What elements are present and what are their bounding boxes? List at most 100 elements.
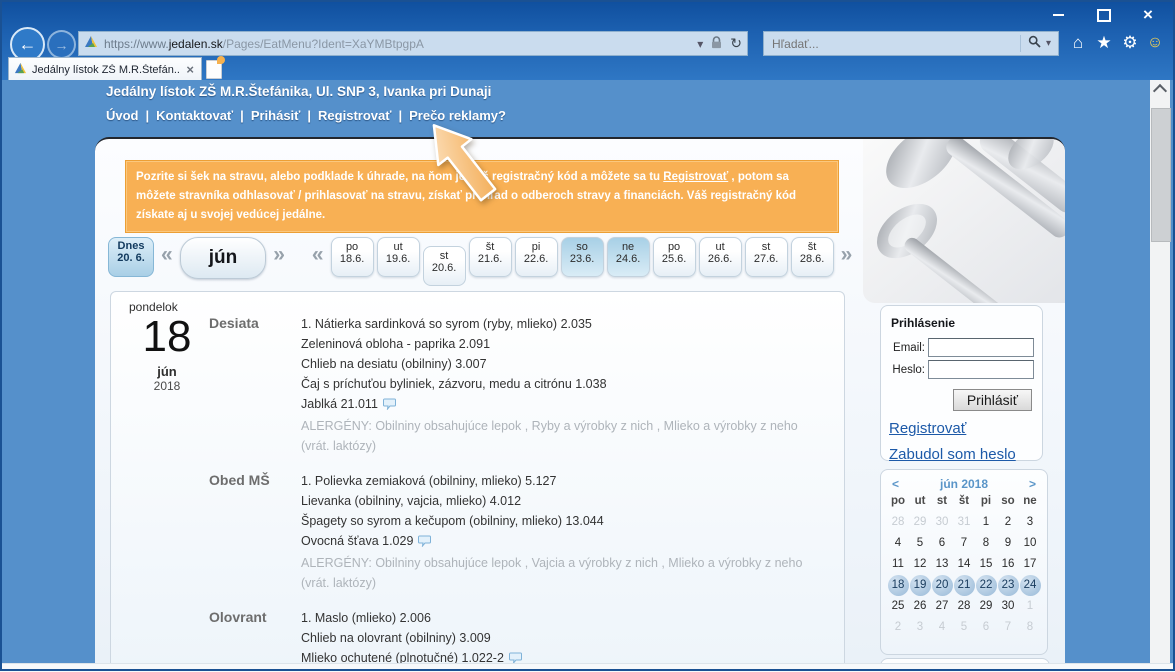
- home-icon[interactable]: ⌂: [1067, 32, 1089, 54]
- comment-bubble-icon[interactable]: [383, 396, 396, 416]
- refresh-icon[interactable]: ↻: [730, 35, 742, 52]
- menu-item: Chlieb na olovrant (obilniny) 3.009: [301, 628, 806, 648]
- calendar-day[interactable]: 30: [998, 596, 1019, 617]
- calendar-day[interactable]: 22: [976, 575, 997, 596]
- calendar-prev-icon[interactable]: <: [892, 477, 899, 491]
- forgot-password-link[interactable]: Zabudol som heslo: [889, 446, 1034, 463]
- calendar-day[interactable]: 6: [932, 533, 953, 554]
- scrollbar-thumb[interactable]: [1151, 108, 1171, 242]
- calendar-day[interactable]: 29: [976, 596, 997, 617]
- calendar-day[interactable]: 20: [932, 575, 953, 596]
- nav-separator: |: [233, 108, 251, 123]
- day-name: po: [332, 241, 373, 253]
- prev-month-icon[interactable]: «: [161, 243, 173, 267]
- calendar-day[interactable]: 15: [976, 554, 997, 575]
- calendar-day[interactable]: 3: [1020, 512, 1041, 533]
- calendar-day[interactable]: 7: [954, 533, 975, 554]
- search-box[interactable]: ▾: [763, 31, 1059, 56]
- forward-icon: →: [55, 37, 69, 53]
- calendar-day[interactable]: 25: [888, 596, 909, 617]
- calendar-day[interactable]: 1: [976, 512, 997, 533]
- calendar-day: 2: [888, 617, 909, 638]
- calendar-day[interactable]: 17: [1020, 554, 1041, 575]
- search-input[interactable]: [764, 37, 1020, 51]
- register-link[interactable]: Registrovať: [889, 420, 1034, 437]
- calendar-day[interactable]: 2: [998, 512, 1019, 533]
- next-days-icon[interactable]: »: [841, 243, 853, 267]
- notice-register-link[interactable]: Registrovať: [663, 171, 728, 183]
- nav-item-2[interactable]: Kontaktovať: [156, 108, 233, 123]
- calendar-day[interactable]: 24: [1020, 575, 1041, 596]
- scroll-up-icon[interactable]: [1153, 84, 1167, 98]
- calendar-day[interactable]: 9: [998, 533, 1019, 554]
- day-button-25-6-[interactable]: po25.6.: [653, 237, 696, 277]
- calendar-day[interactable]: 12: [910, 554, 931, 575]
- calendar-day[interactable]: 13: [932, 554, 953, 575]
- password-label: Heslo:: [889, 364, 925, 376]
- vertical-scrollbar[interactable]: [1150, 80, 1170, 663]
- day-button-24-6-[interactable]: ne24.6.: [607, 237, 650, 277]
- calendar-day[interactable]: 4: [888, 533, 909, 554]
- favorites-icon[interactable]: ★: [1093, 32, 1115, 54]
- year-label: 2018: [127, 379, 207, 393]
- day-button-21-6-[interactable]: št21.6.: [469, 237, 512, 277]
- browser-tab[interactable]: Jedálny lístok ZŠ M.R.Štefán... ×: [8, 57, 202, 81]
- allergens-text: ALERGÉNY: Obilniny obsahujúce lepok , Ry…: [301, 416, 806, 456]
- new-tab-button[interactable]: [206, 60, 222, 79]
- menu-item: Chlieb na desiatu (obilniny) 3.007: [301, 354, 806, 374]
- calendar-next-icon[interactable]: >: [1029, 477, 1036, 491]
- day-button-22-6-[interactable]: pi22.6.: [515, 237, 558, 277]
- feedback-smiley-icon[interactable]: ☺: [1144, 32, 1166, 54]
- calendar-day[interactable]: 14: [954, 554, 975, 575]
- email-field[interactable]: [928, 338, 1034, 357]
- settings-gear-icon[interactable]: ⚙: [1119, 32, 1141, 54]
- search-dropdown-icon[interactable]: ▾: [1046, 38, 1051, 49]
- minimize-button[interactable]: [1045, 6, 1071, 24]
- day-name: ne: [608, 241, 649, 253]
- day-button-28-6-[interactable]: št28.6.: [791, 237, 834, 277]
- comment-bubble-icon[interactable]: [509, 650, 522, 663]
- calendar-day[interactable]: 27: [932, 596, 953, 617]
- day-button-18-6-[interactable]: po18.6.: [331, 237, 374, 277]
- next-month-icon[interactable]: »: [273, 243, 285, 267]
- day-button-20-6-[interactable]: st20.6.: [423, 246, 466, 286]
- search-icon[interactable]: [1028, 35, 1041, 53]
- menu-item: 1. Maslo (mlieko) 2.006: [301, 608, 806, 628]
- prev-days-icon[interactable]: «: [312, 243, 324, 267]
- address-bar[interactable]: https://www.jedalen.sk/Pages/EatMenu?Ide…: [78, 31, 748, 56]
- day-button-27-6-[interactable]: st27.6.: [745, 237, 788, 277]
- day-button-23-6-[interactable]: so23.6.: [561, 237, 604, 277]
- password-field[interactable]: [928, 360, 1034, 379]
- calendar-day[interactable]: 5: [910, 533, 931, 554]
- cutlery-image: [863, 139, 1065, 303]
- nav-separator: |: [391, 108, 409, 123]
- calendar-day[interactable]: 21: [954, 575, 975, 596]
- tab-close-icon[interactable]: ×: [179, 62, 201, 77]
- nav-item-4[interactable]: Registrovať: [318, 108, 391, 123]
- calendar-day[interactable]: 16: [998, 554, 1019, 575]
- nav-item-3[interactable]: Prihásiť: [251, 108, 301, 123]
- today-button[interactable]: Dnes 20. 6.: [108, 237, 154, 277]
- address-dropdown-icon[interactable]: ▾: [697, 37, 703, 51]
- forward-button[interactable]: →: [47, 30, 76, 59]
- calendar-day: 30: [932, 512, 953, 533]
- calendar-day[interactable]: 28: [954, 596, 975, 617]
- calendar-day[interactable]: 19: [910, 575, 931, 596]
- day-button-26-6-[interactable]: ut26.6.: [699, 237, 742, 277]
- comment-bubble-icon[interactable]: [418, 533, 431, 553]
- calendar-day[interactable]: 11: [888, 554, 909, 575]
- calendar-week-row: 2345678: [886, 617, 1042, 638]
- nav-item-1[interactable]: Úvod: [106, 108, 139, 123]
- calendar-day[interactable]: 10: [1020, 533, 1041, 554]
- login-button[interactable]: Prihlásiť: [953, 389, 1032, 411]
- calendar-day[interactable]: 26: [910, 596, 931, 617]
- close-window-button[interactable]: ×: [1135, 6, 1161, 24]
- calendar-day[interactable]: 23: [998, 575, 1019, 596]
- calendar-day[interactable]: 8: [976, 533, 997, 554]
- day-name: st: [746, 241, 787, 253]
- day-button-19-6-[interactable]: ut19.6.: [377, 237, 420, 277]
- month-button[interactable]: jún: [180, 237, 267, 279]
- calendar-dayname: ne: [1020, 491, 1041, 512]
- calendar-day[interactable]: 18: [888, 575, 909, 596]
- maximize-button[interactable]: [1091, 6, 1117, 24]
